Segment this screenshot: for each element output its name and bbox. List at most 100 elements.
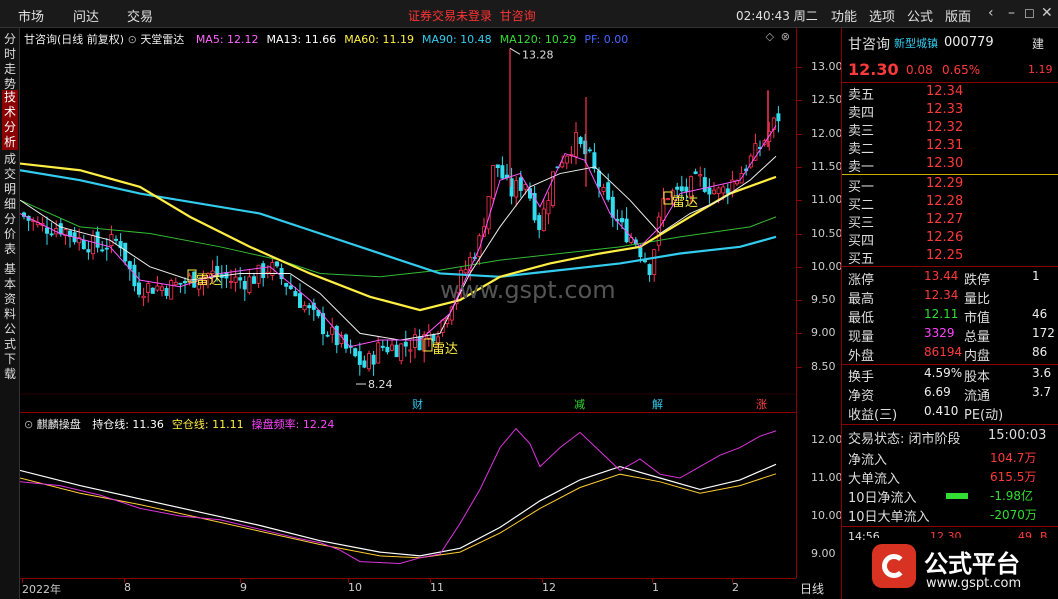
indicator-tick-label: 12.00 bbox=[811, 433, 843, 446]
ask-row-price[interactable]: 12.34 bbox=[926, 84, 963, 99]
indicator-tick-label: 9.00 bbox=[811, 547, 836, 560]
candle-body bbox=[169, 280, 174, 300]
price-tick-label: 12.00 bbox=[811, 126, 843, 140]
price-tick-label: 9.50 bbox=[811, 293, 836, 307]
chart-expand-icon[interactable]: ◇ bbox=[766, 30, 774, 43]
side-label[interactable]: 建 bbox=[1032, 35, 1044, 52]
candle-body bbox=[104, 247, 109, 250]
candle-body bbox=[412, 334, 417, 348]
indicator-tick-label: 10.00 bbox=[811, 509, 843, 522]
tab-fundamentals[interactable]: 基本资料 bbox=[2, 262, 18, 321]
date-tick bbox=[22, 579, 23, 583]
candle-body bbox=[100, 249, 105, 252]
candle-body bbox=[574, 132, 579, 157]
ask-row-price[interactable]: 12.33 bbox=[926, 102, 963, 117]
concept-tag[interactable]: 新型城镇 bbox=[894, 35, 938, 51]
tab-intraday[interactable]: 分时走势 bbox=[2, 32, 18, 91]
stat-l2: 跌停 bbox=[964, 273, 991, 288]
menu-wenda[interactable]: 问达 bbox=[73, 6, 99, 25]
bid-row-label: 买一 bbox=[848, 180, 875, 195]
quote-panel: 甘咨询 新型城镇 000779 建 12.30 0.08 0.65% 1.19 … bbox=[841, 28, 1058, 599]
candle-body bbox=[141, 295, 146, 299]
candle-body bbox=[564, 155, 569, 164]
price-tick-label: 10.00 bbox=[811, 259, 843, 273]
period-button[interactable]: 日线 bbox=[800, 580, 824, 597]
event-marker[interactable]: 财 bbox=[412, 397, 423, 411]
menu-function[interactable]: 功能 bbox=[831, 6, 857, 25]
ma-legend-item: PF: 0.00 bbox=[584, 33, 629, 46]
candle-body bbox=[58, 223, 63, 235]
ma13-line bbox=[19, 155, 777, 341]
ask-row-price[interactable]: 12.30 bbox=[926, 156, 963, 171]
bid-row-price[interactable]: 12.28 bbox=[926, 194, 963, 209]
menu-formula[interactable]: 公式 bbox=[907, 6, 933, 25]
date-axis: 2022年 8 9 10 11 12 1 2 bbox=[20, 578, 796, 599]
menu-options[interactable]: 选项 bbox=[869, 6, 895, 25]
date-tick-label: 2 bbox=[732, 581, 739, 594]
left-tab-bar: 分时走势 技术分析 成交明细 分价表 基本资料 公式下载 bbox=[0, 28, 20, 599]
bid-row-price[interactable]: 12.29 bbox=[926, 176, 963, 191]
candle-body bbox=[578, 137, 583, 145]
high-pointer bbox=[509, 47, 521, 55]
stat-v2: 3.6 bbox=[1032, 366, 1052, 380]
menu-market[interactable]: 市场 bbox=[18, 6, 44, 25]
candle-body bbox=[376, 342, 381, 364]
menu-trade[interactable]: 交易 bbox=[127, 6, 153, 25]
candle-body bbox=[114, 238, 119, 241]
indicator-panel-name[interactable]: 麒麟操盘 bbox=[37, 418, 81, 431]
candle-body bbox=[182, 280, 187, 284]
stat-v1: 3329 bbox=[924, 326, 955, 340]
tab-transactions[interactable]: 成交明细 bbox=[2, 152, 18, 211]
candle-body bbox=[463, 269, 468, 274]
candle-body bbox=[274, 261, 279, 267]
minimize-icon[interactable]: – bbox=[1008, 5, 1015, 21]
candle-body bbox=[716, 187, 721, 194]
candle-body bbox=[638, 247, 643, 258]
chart-settings-icon[interactable]: ⊙ bbox=[128, 33, 137, 46]
candle-body bbox=[679, 186, 684, 192]
bid-row-price[interactable]: 12.27 bbox=[926, 212, 963, 227]
candle-body bbox=[178, 282, 183, 285]
indicator-legend: ⊙ 麒麟操盘 持仓线: 11.36 空仓线: 11.11 操盘频率: 12.24 bbox=[24, 416, 334, 432]
tab-price-table[interactable]: 分价表 bbox=[2, 212, 18, 258]
candle-body bbox=[385, 346, 390, 353]
back-icon[interactable]: ‹ bbox=[988, 5, 994, 21]
indicator-name[interactable]: 天堂雷达 bbox=[140, 33, 184, 46]
indicator-chart[interactable]: ⊙ 麒麟操盘 持仓线: 11.36 空仓线: 11.11 操盘频率: 12.24 bbox=[19, 413, 796, 578]
candle-body bbox=[334, 325, 339, 346]
bid-row-price[interactable]: 12.26 bbox=[926, 230, 963, 245]
price-change: 0.08 bbox=[906, 63, 933, 77]
stock-code: 000779 bbox=[944, 35, 994, 50]
candle-body bbox=[357, 351, 362, 365]
indicator-tick-label: 11.00 bbox=[811, 471, 843, 484]
candle-body bbox=[652, 249, 657, 275]
menu-layout[interactable]: 版面 bbox=[945, 6, 971, 25]
stat-l1: 最高 bbox=[848, 292, 875, 307]
candle-body bbox=[560, 162, 565, 168]
tab-technical[interactable]: 技术分析 bbox=[2, 90, 18, 150]
stat-l2: 流通 bbox=[964, 389, 991, 404]
candle-body bbox=[661, 198, 666, 221]
login-notice[interactable]: 证券交易未登录 甘咨询 bbox=[408, 7, 536, 24]
candle-body bbox=[620, 218, 625, 223]
candle-body bbox=[307, 305, 312, 309]
stat-v1: 13.44 bbox=[924, 269, 959, 283]
bid-row-price[interactable]: 12.25 bbox=[926, 248, 963, 263]
ask-row-price[interactable]: 12.31 bbox=[926, 138, 963, 153]
kline-chart[interactable]: 13.28 8.24 雷达 雷达 雷达财减解涨 www.gspt.com 甘咨询(日线 前… bbox=[19, 28, 796, 413]
event-marker[interactable]: 减 bbox=[574, 398, 585, 411]
close-icon[interactable]: ✕ bbox=[1041, 5, 1053, 21]
indicator-settings-icon[interactable]: ⊙ bbox=[24, 418, 33, 431]
flow-label: 10日大单流入 bbox=[848, 510, 930, 525]
divider bbox=[842, 526, 1058, 527]
event-marker[interactable]: 解 bbox=[652, 397, 663, 411]
candle-body bbox=[702, 177, 707, 192]
event-marker[interactable]: 涨 bbox=[756, 398, 767, 411]
ask-row-price[interactable]: 12.32 bbox=[926, 120, 963, 135]
candle-body bbox=[597, 170, 602, 187]
tab-formula-download[interactable]: 公式下载 bbox=[2, 322, 18, 381]
flow-label: 10日净流入 bbox=[848, 491, 917, 506]
chart-close-icon[interactable]: ⊗ bbox=[781, 30, 790, 43]
maximize-icon[interactable]: ☐ bbox=[1024, 7, 1035, 21]
candle-body bbox=[81, 239, 86, 250]
